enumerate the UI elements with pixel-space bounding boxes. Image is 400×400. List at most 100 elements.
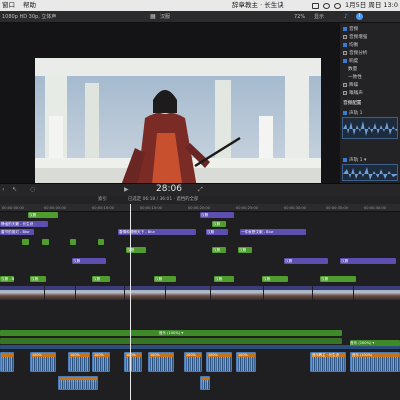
menu-bar: 窗口 帮助 辞章教主 · 长生诀 1月5日 周日 13:0 (0, 0, 400, 11)
audio-clip[interactable] (200, 376, 210, 390)
audio-clip[interactable]: 100% (68, 352, 90, 372)
timeline-ruler[interactable]: 00:00:00:00 00:00:05:00 00:00:10:00 00:0… (0, 204, 400, 212)
audio-clip[interactable] (58, 376, 98, 390)
analysis-checkbox[interactable] (343, 50, 347, 55)
connected-clip[interactable]: 汉服 (212, 221, 226, 227)
audio-clip[interactable]: 100% (30, 352, 56, 372)
speed-icon[interactable]: ◌ (30, 186, 35, 193)
connected-clip[interactable]: 汉服 (28, 212, 58, 218)
inspector-row-analysis: 音频分析 (349, 50, 368, 56)
connected-clip[interactable] (22, 239, 29, 245)
connected-clip[interactable]: 汉服 (320, 276, 356, 282)
audio-checkbox[interactable] (343, 26, 347, 31)
audio-inspector-icon[interactable]: ♪ (344, 13, 348, 20)
audio-clip[interactable]: 100% (206, 352, 232, 372)
wifi-icon[interactable] (323, 2, 330, 9)
audio-clip[interactable]: 100% (148, 352, 174, 372)
video-clip[interactable] (354, 286, 400, 300)
battery-icon[interactable] (312, 2, 319, 9)
connected-clip[interactable]: 汉服 (214, 276, 234, 282)
video-clip[interactable] (211, 286, 263, 300)
noise-checkbox[interactable] (343, 82, 347, 87)
viewer-header: 1080p HD 30p, 立体声 ▦ 汉服 72% 显示 (0, 11, 340, 23)
title-clip[interactable]: 静谧的天籁 - 长生诀 (0, 221, 48, 227)
track2-checkbox[interactable] (343, 157, 347, 162)
audio-clip[interactable]: 100% (92, 352, 110, 372)
connected-clip[interactable]: 汉服 (126, 247, 146, 253)
timeline: 汉服 汉服 静谧的天籁 - 长生诀 汉服 春节的赏灯 - Blur 春情和晴朗天… (0, 212, 400, 400)
zoom-menu[interactable]: 72% (294, 11, 305, 23)
audio-inspector: 音频 音频增强 均衡 音频分析 响度 数量 一致性 降噪 嗡嗡声 音频配置 声轨… (340, 23, 400, 183)
fullscreen-icon[interactable]: ⤢ (198, 186, 203, 194)
inspector-row-loudness: 响度 (349, 58, 359, 64)
title-clip[interactable]: 汉服 (340, 258, 396, 264)
audio-clip[interactable]: 音乐教主 · 长生诀 (310, 352, 346, 372)
title-clip[interactable]: 汉服 (72, 258, 106, 264)
connected-clip[interactable]: 汉服 (154, 276, 176, 282)
title-clip[interactable]: 汉服 (284, 258, 328, 264)
connected-clip[interactable]: 汉服 (262, 276, 288, 282)
title-clip[interactable]: 汉服 (206, 229, 228, 235)
title-clip[interactable]: 汉服 (200, 212, 234, 218)
title-clip[interactable]: 一件就是汉服 - Blur (240, 229, 306, 235)
info-icon[interactable]: i (356, 13, 363, 20)
index-button[interactable]: 索引 (98, 196, 107, 204)
video-clip[interactable] (125, 286, 165, 300)
menu-item-window[interactable]: 窗口 (2, 0, 15, 11)
inspector-row-noise: 降噪 (349, 82, 359, 88)
video-clip[interactable] (45, 286, 75, 300)
play-icon[interactable]: ▶ (124, 186, 129, 193)
ruler-tick: 00:00:20:00 (188, 206, 210, 210)
track1-checkbox[interactable] (343, 110, 347, 115)
video-clip[interactable] (313, 286, 353, 300)
viewer-title: 汉服 (160, 14, 171, 20)
video-clip[interactable] (264, 286, 312, 300)
viewer (0, 23, 340, 205)
audio-clip[interactable]: 100% (184, 352, 202, 372)
inspector-row-amount: 数量 (348, 66, 358, 72)
title-clip[interactable]: 春节的赏灯 - Blur (0, 229, 34, 235)
audio-clip[interactable]: 音乐 (100%) (350, 352, 400, 372)
connected-clip[interactable]: 汉服 (238, 247, 252, 253)
audio-clip[interactable]: 100% (124, 352, 142, 372)
inspector-header: 音频 (349, 26, 359, 32)
window-title: 辞章教主 · 长生诀 (232, 1, 284, 9)
connected-clip[interactable] (98, 239, 104, 245)
eq-checkbox[interactable] (343, 42, 347, 47)
video-clip[interactable] (76, 286, 124, 300)
track2-waveform (342, 164, 398, 181)
back-icon[interactable]: ‹ (2, 186, 4, 193)
playhead[interactable] (130, 204, 131, 400)
timecode-display[interactable]: 28:06 (156, 184, 182, 194)
music-clip-2[interactable]: 音乐 (100%) ▾ (350, 340, 400, 346)
music-clip[interactable]: 音乐 (100%) ▾ (0, 330, 342, 336)
connected-clip[interactable] (70, 239, 76, 245)
loudness-checkbox[interactable] (343, 58, 347, 63)
view-menu[interactable]: 显示 (314, 11, 324, 23)
connected-clip[interactable]: 汉服 (30, 276, 46, 282)
connected-clip[interactable] (42, 239, 49, 245)
hum-checkbox[interactable] (343, 90, 347, 95)
search-icon[interactable] (334, 2, 341, 9)
track1-waveform (342, 117, 398, 139)
inspector-row-enhance: 音频增强 (349, 34, 368, 40)
connected-clip[interactable]: 汉服 (212, 247, 226, 253)
inspector-row-config: 音频配置 (343, 100, 362, 106)
connected-clip[interactable]: 汉服 - Blur (0, 276, 14, 282)
final-cut-window: 窗口 帮助 辞章教主 · 长生诀 1月5日 周日 13:0 1080p HD 3… (0, 0, 400, 400)
audio-clip[interactable]: 100% (236, 352, 256, 372)
audio-lane (0, 345, 400, 349)
inspector-row-hum: 嗡嗡声 (349, 90, 363, 96)
connected-clip[interactable]: 汉服 (92, 276, 110, 282)
video-clip[interactable] (166, 286, 210, 300)
menu-item-help[interactable]: 帮助 (23, 0, 36, 11)
clock[interactable]: 1月5日 周日 13:0 (345, 0, 398, 11)
audio-clip[interactable] (0, 352, 14, 372)
video-clip[interactable] (0, 286, 44, 300)
track2-label: 声轨 1 ▾ (349, 157, 367, 163)
enhance-checkbox[interactable] (343, 34, 347, 39)
music-clip-lane[interactable] (0, 338, 342, 344)
arrow-tool-icon[interactable]: ↖ (12, 186, 17, 193)
ruler-tick: 00:00:10:00 (92, 206, 114, 210)
ruler-tick: 00:00:15:00 (140, 206, 162, 210)
